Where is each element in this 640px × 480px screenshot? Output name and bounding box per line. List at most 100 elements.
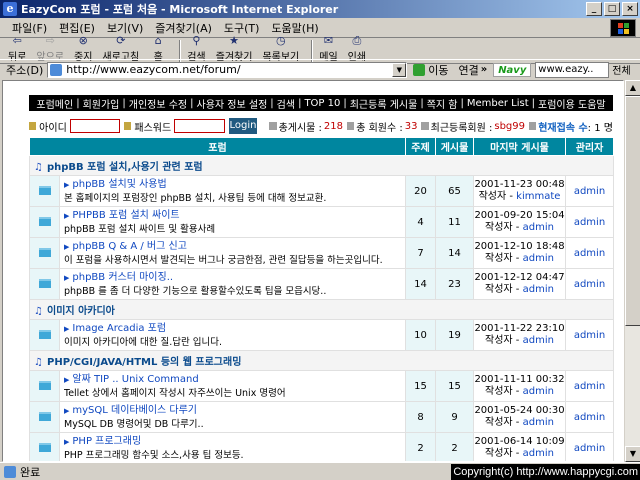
author-label: 작성자 - xyxy=(485,386,523,397)
moderator-link[interactable]: admin xyxy=(565,268,614,300)
nav-search[interactable]: 검색 xyxy=(277,96,295,111)
windows-flag-icon xyxy=(610,19,636,37)
address-input[interactable]: http://www.eazycom.net/forum/ ▼ xyxy=(47,61,408,78)
forum-description: phpBB 포럼 설치 싸이트 및 활용사례 xyxy=(64,223,216,235)
mail-icon: ✉ xyxy=(323,34,334,47)
col-last-post: 마지막 게시물 xyxy=(473,137,566,156)
forum-row: ▶ Image Arcadia 포럼 이미지 아카디아에 대한 질.답란 입니다. … xyxy=(29,319,614,351)
nav-user-settings[interactable]: 사용자 정보 설정 xyxy=(197,96,268,111)
close-button[interactable]: × xyxy=(622,2,638,16)
id-label: 아이디 xyxy=(39,122,67,134)
folder-icon xyxy=(38,443,51,452)
arrow-bullet-icon xyxy=(124,122,132,130)
forum-title[interactable]: mySQL 데이타베이스 다루기 xyxy=(72,405,197,416)
category-row: ♫ phpBB 포럼 설치,사용기 관련 포럼 xyxy=(29,155,614,176)
last-post-author[interactable]: admin xyxy=(523,448,554,459)
links-chevron-icon[interactable]: » xyxy=(481,64,487,75)
last-post-author[interactable]: admin xyxy=(523,284,554,295)
go-button[interactable]: 이동 xyxy=(413,62,449,78)
author-label: 작성자 - xyxy=(478,191,517,202)
forum-content: 포럼메인 | 회원가입 | 개인정보 수정 | 사용자 정보 설정 | 검색 | TOP … xyxy=(29,95,614,461)
folder-icon xyxy=(38,381,51,390)
nav-recent-posts[interactable]: 최근등록 게시물 xyxy=(350,96,418,111)
nav-edit-profile[interactable]: 개인정보 수정 xyxy=(129,96,187,111)
forum-title[interactable]: PHPBB 포럼 설치 싸이트 xyxy=(72,210,179,221)
scroll-up-icon[interactable]: ▲ xyxy=(625,80,640,96)
password-input[interactable] xyxy=(174,119,225,133)
forum-title[interactable]: phpBB 설치및 사용법 xyxy=(72,179,166,190)
posts-count: 65 xyxy=(435,175,474,207)
home-icon: ⌂ xyxy=(154,34,162,47)
minimize-button[interactable]: _ xyxy=(586,2,602,16)
nav-forum-main[interactable]: 포럼메인 xyxy=(36,96,73,111)
last-post-date: 2001-11-23 00:48 xyxy=(474,179,565,190)
nav-top10[interactable]: TOP 10 xyxy=(304,98,340,109)
moderator-link[interactable]: admin xyxy=(565,175,614,207)
moderator-link[interactable]: admin xyxy=(565,401,614,433)
moderator-link[interactable]: admin xyxy=(565,432,614,461)
forum-title[interactable]: phpBB Q & A / 버그 신고 xyxy=(72,241,187,252)
forum-title[interactable]: PHP 프로그래밍 xyxy=(72,436,141,447)
vertical-scrollbar[interactable]: ▲ ▼ xyxy=(624,80,640,462)
forum-row: ▶ 알짜 TIP .. Unix Command Tellet 상에서 홈페이지 작… xyxy=(29,370,614,402)
online-count-link[interactable]: 현재접속 수 xyxy=(538,119,587,134)
last-post-author[interactable]: admin xyxy=(523,417,554,428)
nav-messages[interactable]: 쪽지 함 xyxy=(427,96,458,111)
nav-member-list[interactable]: Member List xyxy=(467,98,529,109)
author-label: 작성자 - xyxy=(485,284,523,295)
login-button[interactable]: Login xyxy=(228,118,258,134)
forum-title[interactable]: 알짜 TIP .. Unix Command xyxy=(72,374,198,385)
scroll-thumb[interactable] xyxy=(625,96,640,326)
arrow-bullet-icon xyxy=(29,122,37,130)
last-post-author[interactable]: admin xyxy=(523,222,554,233)
scroll-down-icon[interactable]: ▼ xyxy=(625,446,640,462)
last-post-date: 2001-09-20 15:04 xyxy=(474,210,565,221)
maximize-button[interactable]: □ xyxy=(604,2,620,16)
moderator-link[interactable]: admin xyxy=(565,237,614,269)
total-posts-value: 218 xyxy=(323,120,344,132)
chevron-down-icon[interactable]: ▼ xyxy=(392,62,407,77)
topics-count: 8 xyxy=(405,401,436,433)
forum-title[interactable]: phpBB 커스터 마이징.. xyxy=(72,272,173,283)
topics-count: 2 xyxy=(405,432,436,461)
moderator-link[interactable]: admin xyxy=(565,206,614,238)
moderator-link[interactable]: admin xyxy=(565,319,614,351)
recent-member-label: 최근등록회원 : xyxy=(430,122,493,134)
forum-title[interactable]: Image Arcadia 포럼 xyxy=(72,323,166,334)
moderator-link[interactable]: admin xyxy=(565,370,614,402)
category-title[interactable]: PHP/CGI/JAVA/HTML 등의 웹 프로그래밍 xyxy=(47,357,241,368)
folder-icon xyxy=(38,248,51,257)
forum-description: PHP 프로그래밍 함수및 소스,사용 팁 정보등. xyxy=(64,449,244,461)
posts-count: 2 xyxy=(435,432,474,461)
last-post-date: 2001-11-22 23:10 xyxy=(474,323,565,334)
password-label: 패스워드 xyxy=(134,122,172,134)
last-post-author[interactable]: admin xyxy=(523,253,554,264)
forum-navbar: 포럼메인 | 회원가입 | 개인정보 수정 | 사용자 정보 설정 | 검색 | TOP … xyxy=(29,95,613,111)
id-input[interactable] xyxy=(69,119,121,133)
status-text: 완료 xyxy=(20,465,41,479)
forum-description: 이미지 아카디아에 대한 질.답란 입니다. xyxy=(64,336,222,348)
links-button[interactable]: 연결 xyxy=(459,62,479,78)
forum-row: ▶ mySQL 데이타베이스 다루기 MySQL DB 명령어및 DB 다루기.. … xyxy=(29,401,614,433)
stats-grid-icon xyxy=(269,122,277,130)
nav-help[interactable]: 포럼이용 도움말 xyxy=(538,96,606,111)
naver-search-button[interactable]: 전체 xyxy=(612,62,630,77)
last-post-author[interactable]: admin xyxy=(523,335,554,346)
naver-search-input[interactable]: www.eazy.. xyxy=(535,61,610,78)
last-post-author[interactable]: kimmate xyxy=(516,191,560,202)
posts-count: 15 xyxy=(435,370,474,402)
music-note-icon: ♫ xyxy=(34,162,43,173)
category-title[interactable]: phpBB 포럼 설치,사용기 관련 포럼 xyxy=(47,162,203,173)
last-post-author[interactable]: admin xyxy=(523,386,554,397)
last-post-date: 2001-11-11 00:32 xyxy=(474,374,565,385)
category-row: ♫ PHP/CGI/JAVA/HTML 등의 웹 프로그래밍 xyxy=(29,350,614,371)
total-members-label: 총 회원수 : xyxy=(356,122,403,134)
go-label: 이동 xyxy=(428,63,449,77)
nav-register[interactable]: 회원가입 xyxy=(83,96,120,111)
forum-row: ▶ PHPBB 포럼 설치 싸이트 phpBB 포럼 설치 싸이트 및 활용사례 4… xyxy=(29,206,614,238)
recent-member-value[interactable]: sbg99 xyxy=(494,121,525,132)
stats-grid-icon xyxy=(421,122,429,130)
title-bar: e EazyCom 포럼 - 포럼 처음 - Microsoft Interne… xyxy=(0,0,640,18)
forum-description: MySQL DB 명령어및 DB 다루기.. xyxy=(64,418,204,430)
category-title[interactable]: 이미지 아카디아 xyxy=(47,306,115,317)
